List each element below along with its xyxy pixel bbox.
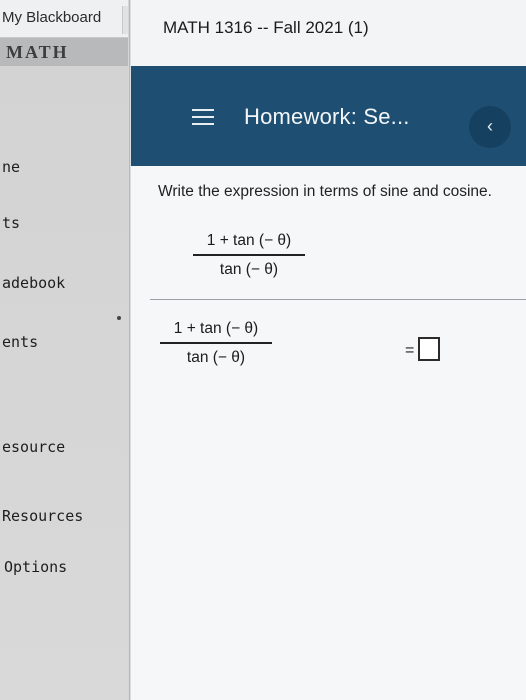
nav-bullet (117, 316, 121, 320)
course-nav: ne ts adebook ents esource Resources Opt… (0, 66, 128, 700)
nav-item-options[interactable]: Options (4, 558, 67, 576)
tab-divider (122, 6, 128, 34)
question-area: Write the expression in terms of sine an… (131, 166, 526, 700)
hamburger-menu-icon[interactable] (192, 109, 214, 127)
blackboard-window: My Blackboard MATH ne ts adebook ents es… (0, 0, 130, 700)
nav-item-announcements[interactable]: ts (2, 214, 20, 232)
nav-item-gradebook[interactable]: adebook (2, 274, 65, 292)
homework-title: Homework: Se... (244, 104, 410, 129)
homework-tab[interactable]: MATH 1316 -- Fall 2021 (1) (131, 0, 526, 66)
section-divider (150, 299, 526, 300)
nav-item-home[interactable]: ne (2, 158, 20, 176)
homework-tab-title: MATH 1316 -- Fall 2021 (1) (163, 18, 369, 37)
answer-denominator: tan (− θ) (186, 348, 246, 366)
answer-input[interactable] (418, 337, 440, 361)
nav-item-assignments[interactable]: ents (2, 333, 38, 351)
expression-denominator: tan (− θ) (219, 260, 279, 278)
blackboard-tab-title: My Blackboard (2, 9, 102, 26)
nav-item-resources[interactable]: Resources (2, 507, 83, 525)
blackboard-tab[interactable]: My Blackboard (0, 0, 128, 38)
answer-expression: 1 + tan (− θ) tan (− θ) (160, 320, 272, 367)
nav-item-resource[interactable]: esource (2, 438, 65, 456)
answer-numerator: 1 + tan (− θ) (173, 320, 259, 337)
course-banner-text: MATH (6, 42, 69, 62)
homework-window: MATH 1316 -- Fall 2021 (1) Homework: Se.… (131, 0, 526, 700)
equals-sign: = (405, 342, 415, 359)
question-expression: 1 + tan (− θ) tan (− θ) (193, 232, 305, 279)
question-instruction: Write the expression in terms of sine an… (158, 183, 492, 200)
homework-header: Homework: Se... ‹ (131, 66, 526, 166)
expression-numerator: 1 + tan (− θ) (206, 232, 292, 249)
course-banner: MATH (0, 38, 128, 66)
chevron-left-icon[interactable]: ‹ (469, 106, 511, 148)
